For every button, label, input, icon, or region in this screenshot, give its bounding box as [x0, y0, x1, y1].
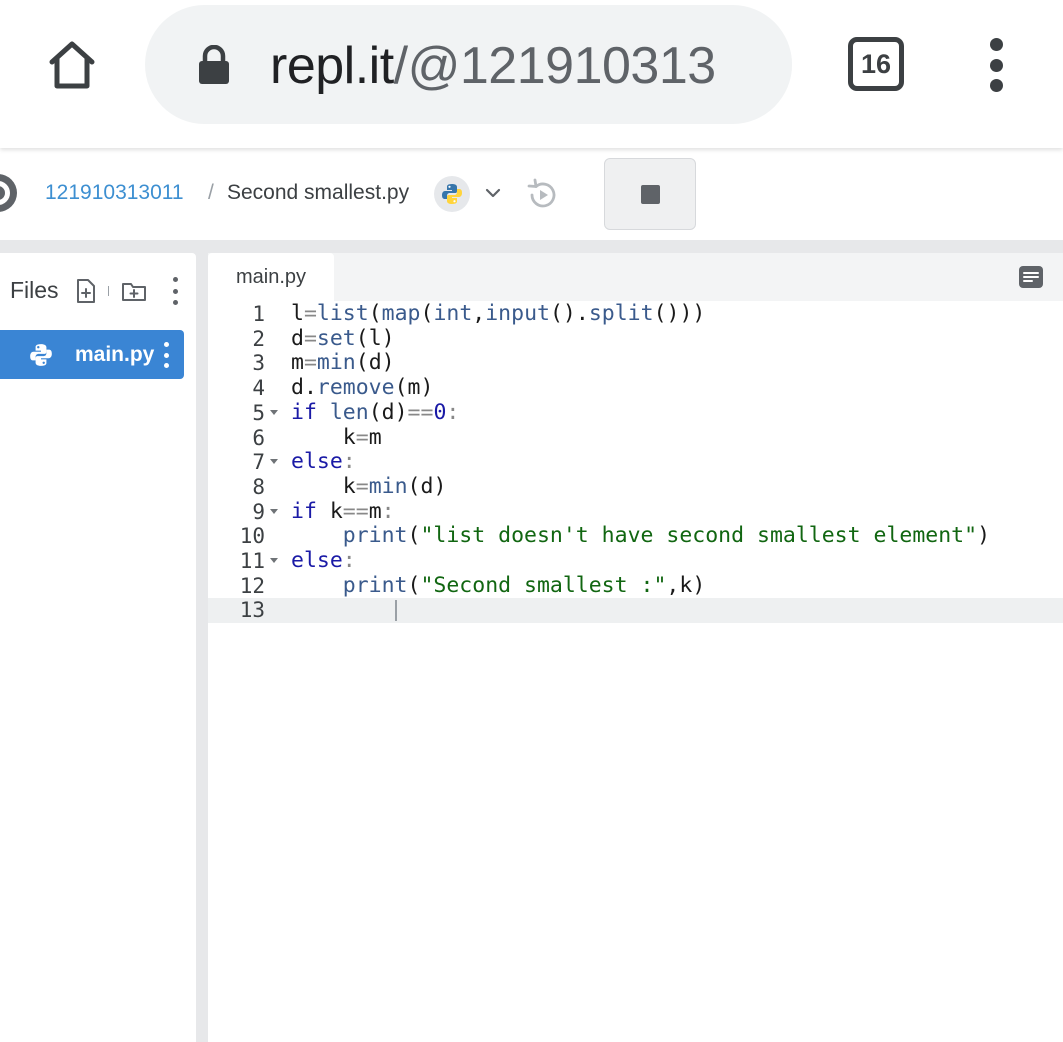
kebab-dot-icon: [172, 300, 178, 305]
kebab-dot-icon: [172, 288, 178, 294]
replit-logo-icon[interactable]: [0, 169, 20, 217]
code-text: print("list doesn't have second smallest…: [342, 523, 991, 549]
line-number: 2: [252, 326, 265, 351]
kebab-dot-icon: [163, 352, 169, 358]
code-text: l=list(map(int,input().split())): [291, 301, 706, 326]
line-number: 5: [252, 400, 265, 425]
home-icon: [49, 41, 95, 89]
code-line[interactable]: 3 m=min(d): [208, 351, 1063, 376]
minimap-icon[interactable]: [1018, 265, 1044, 289]
url-path: /@121910313: [393, 37, 717, 95]
python-file-icon: [30, 344, 52, 366]
files-panel: Files main.py: [0, 253, 196, 1042]
line-number: 7: [252, 450, 265, 475]
kebab-dot-icon: [989, 38, 1003, 51]
repl-header: 121910313011 / Second smallest.py: [0, 148, 1063, 240]
breadcrumb-username[interactable]: 121910313011: [45, 181, 184, 205]
line-number: 9: [252, 499, 265, 524]
code-text: d=set(l): [291, 325, 395, 351]
tab-main-py[interactable]: main.py: [208, 253, 334, 301]
browser-toolbar: repl.it/@121910313 16: [0, 0, 1063, 148]
code-text: k=m: [342, 424, 382, 450]
add-folder-icon[interactable]: [121, 279, 147, 303]
line-number: 11: [239, 549, 265, 573]
code-line[interactable]: 9 if k==m:: [208, 498, 1063, 525]
tab-switcher-button[interactable]: 16: [848, 37, 904, 91]
line-number: 10: [239, 524, 265, 549]
code-line[interactable]: 4 d.remove(m): [208, 375, 1063, 401]
kebab-dot-icon: [163, 342, 169, 347]
file-item-main-py[interactable]: main.py: [0, 330, 184, 379]
code-line[interactable]: 2 d=set(l): [208, 325, 1063, 352]
address-bar[interactable]: repl.it/@121910313: [145, 5, 792, 124]
line-number: 8: [252, 474, 265, 499]
breadcrumb-repl-name[interactable]: Second smallest.py: [227, 181, 409, 205]
code-line[interactable]: 12 print("Second smallest :",k): [208, 572, 1063, 599]
file-item-label: main.py: [75, 343, 155, 366]
code-text: if k==m:: [291, 498, 395, 524]
editor-tab-bar: main.py: [208, 253, 1063, 301]
line-number: 12: [239, 573, 265, 598]
divider: [108, 286, 109, 296]
code-line[interactable]: 8 k=min(d): [208, 473, 1063, 500]
kebab-dot-icon: [172, 277, 178, 282]
code-line[interactable]: 10 print("list doesn't have second small…: [208, 523, 1063, 549]
language-button[interactable]: [434, 176, 470, 212]
file-item-menu-button[interactable]: [160, 342, 172, 368]
chevron-down-icon[interactable]: [482, 182, 504, 204]
code-text: else:: [291, 548, 356, 573]
fold-arrow-icon[interactable]: [270, 558, 278, 563]
line-number: 1: [252, 302, 265, 326]
workspace: Files main.py main.py 1 l=list(map(int,i…: [0, 240, 1063, 1042]
kebab-dot-icon: [163, 363, 169, 368]
kebab-dot-icon: [989, 58, 1003, 72]
kebab-dot-icon: [989, 79, 1003, 92]
code-editor[interactable]: 1 l=list(map(int,input().split())) 2 d=set(…: [208, 301, 1063, 1042]
line-number: 3: [252, 351, 265, 376]
tab-label: main.py: [235, 265, 307, 288]
code-line[interactable]: 6 k=m: [208, 424, 1063, 451]
home-button[interactable]: [38, 30, 106, 98]
lock-icon: [199, 45, 229, 84]
stop-icon: [640, 184, 660, 204]
files-menu-button[interactable]: [168, 277, 182, 305]
code-line[interactable]: 5 if len(d)==0:: [208, 399, 1063, 426]
line-number: 6: [252, 425, 265, 450]
code-text: k=min(d): [342, 473, 447, 499]
code-line[interactable]: 1 l=list(map(int,input().split())): [208, 301, 1063, 327]
code-text: m=min(d): [291, 350, 395, 376]
text-cursor: [395, 600, 397, 622]
tab-count: 16: [860, 48, 892, 79]
python-icon: [442, 184, 462, 204]
editor-panel: main.py 1 l=list(map(int,input().split())…: [208, 253, 1063, 1042]
url-text: repl.it/@121910313: [270, 36, 716, 96]
stop-button[interactable]: [604, 158, 696, 230]
code-line[interactable]: 7 else:: [208, 449, 1063, 475]
code-text: d.remove(m): [291, 375, 434, 401]
code-text: if len(d)==0:: [291, 399, 460, 425]
code-line[interactable]: 13: [208, 598, 1063, 624]
code-line[interactable]: 11 else:: [208, 548, 1063, 574]
code-text: print("Second smallest :",k): [342, 572, 706, 598]
fold-arrow-icon[interactable]: [270, 508, 278, 514]
add-file-icon[interactable]: [74, 278, 98, 304]
browser-menu-button[interactable]: [982, 38, 1010, 92]
fold-arrow-icon[interactable]: [270, 409, 278, 415]
history-icon[interactable]: [525, 177, 561, 213]
code-text: else:: [291, 449, 356, 475]
breadcrumb-separator: /: [208, 181, 214, 204]
fold-arrow-icon[interactable]: [270, 459, 278, 465]
url-host: repl.it: [270, 37, 394, 95]
url-fade: [758, 5, 792, 124]
files-title: Files: [10, 277, 59, 303]
line-number: 4: [252, 376, 265, 401]
line-number: 13: [239, 598, 265, 623]
